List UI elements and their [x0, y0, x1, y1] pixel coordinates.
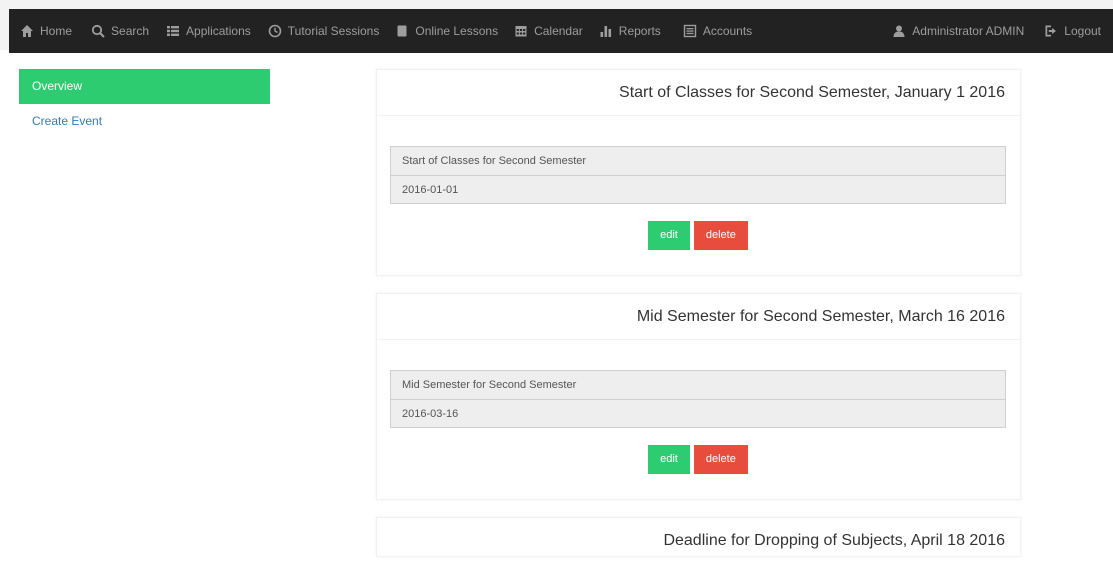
nav-calendar-label: Calendar — [534, 24, 583, 38]
event-panel: Start of Classes for Second Semester, Ja… — [376, 69, 1021, 276]
event-details: Mid Semester for Second Semester 2016-03… — [390, 370, 1006, 428]
nav-search-label: Search — [111, 24, 150, 38]
nav-accounts[interactable]: Accounts — [683, 9, 752, 53]
edit-button[interactable]: edit — [648, 445, 690, 474]
clock-icon — [268, 24, 282, 38]
accounts-icon — [683, 24, 697, 38]
event-panel-body: Mid Semester for Second Semester 2016-03… — [377, 340, 1020, 499]
edit-button[interactable]: edit — [648, 221, 690, 250]
event-panel: Deadline for Dropping of Subjects, April… — [376, 517, 1021, 557]
nav-right-group: Administrator ADMIN Logout — [892, 9, 1113, 53]
home-icon — [21, 25, 33, 37]
nav-applications[interactable]: Applications — [166, 9, 251, 53]
nav-user-label: Administrator ADMIN — [912, 24, 1025, 38]
nav-accounts-label: Accounts — [702, 24, 753, 38]
top-navbar: Home Search Applications Tutorial Sessio… — [0, 0, 1113, 53]
nav-reports[interactable]: Reports — [599, 9, 661, 53]
sidebar-item-create-event[interactable]: Create Event — [19, 111, 270, 131]
calendar-icon — [515, 26, 527, 37]
nav-online-lessons[interactable]: Online Lessons — [395, 9, 498, 53]
event-panel: Mid Semester for Second Semester, March … — [376, 293, 1021, 500]
nav-applications-label: Applications — [186, 24, 251, 38]
bar-chart-icon — [600, 26, 611, 37]
event-date: 2016-03-16 — [391, 399, 1005, 427]
nav-user[interactable]: Administrator ADMIN — [892, 9, 1024, 53]
delete-button[interactable]: delete — [693, 221, 748, 250]
event-name: Mid Semester for Second Semester — [402, 379, 577, 391]
nav-reports-label: Reports — [618, 24, 661, 38]
book-icon — [397, 25, 407, 37]
event-title: Mid Semester for Second Semester, March … — [636, 307, 1005, 325]
event-date: 2016-01-01 — [391, 175, 1005, 203]
nav-left-group: Home Search Applications Tutorial Sessio… — [9, 9, 752, 53]
logout-icon — [1045, 25, 1057, 37]
sidebar: Overview Create Event — [19, 69, 270, 131]
sidebar-item-overview[interactable]: Overview — [19, 69, 270, 104]
event-actions: edit delete — [390, 221, 1006, 250]
event-details: Start of Classes for Second Semester 201… — [390, 146, 1006, 204]
nav-logout[interactable]: Logout — [1044, 9, 1101, 53]
events-list: Start of Classes for Second Semester, Ja… — [376, 69, 1021, 574]
nav-tutorial-sessions-label: Tutorial Sessions — [287, 24, 380, 38]
event-panel-header: Deadline for Dropping of Subjects, April… — [377, 518, 1020, 556]
nav-search[interactable]: Search — [91, 9, 149, 53]
search-icon — [91, 24, 105, 38]
event-actions: edit delete — [390, 445, 1006, 474]
event-panel-header: Mid Semester for Second Semester, March … — [377, 294, 1020, 340]
event-panel-body: Start of Classes for Second Semester 201… — [377, 116, 1020, 275]
nav-calendar[interactable]: Calendar — [514, 9, 583, 53]
delete-button[interactable]: delete — [693, 445, 748, 474]
list-icon — [167, 26, 180, 36]
nav-home[interactable]: Home — [20, 9, 72, 53]
event-title: Start of Classes for Second Semester, Ja… — [619, 83, 1005, 101]
event-name: Start of Classes for Second Semester — [402, 155, 587, 167]
user-icon — [893, 25, 905, 37]
event-panel-header: Start of Classes for Second Semester, Ja… — [377, 70, 1020, 116]
navbar-inner: Home Search Applications Tutorial Sessio… — [9, 9, 1113, 53]
nav-home-label: Home — [40, 24, 73, 38]
nav-logout-label: Logout — [1064, 24, 1101, 38]
nav-online-lessons-label: Online Lessons — [415, 24, 499, 38]
nav-tutorial-sessions[interactable]: Tutorial Sessions — [268, 9, 380, 53]
event-title: Deadline for Dropping of Subjects, April… — [663, 531, 1005, 549]
